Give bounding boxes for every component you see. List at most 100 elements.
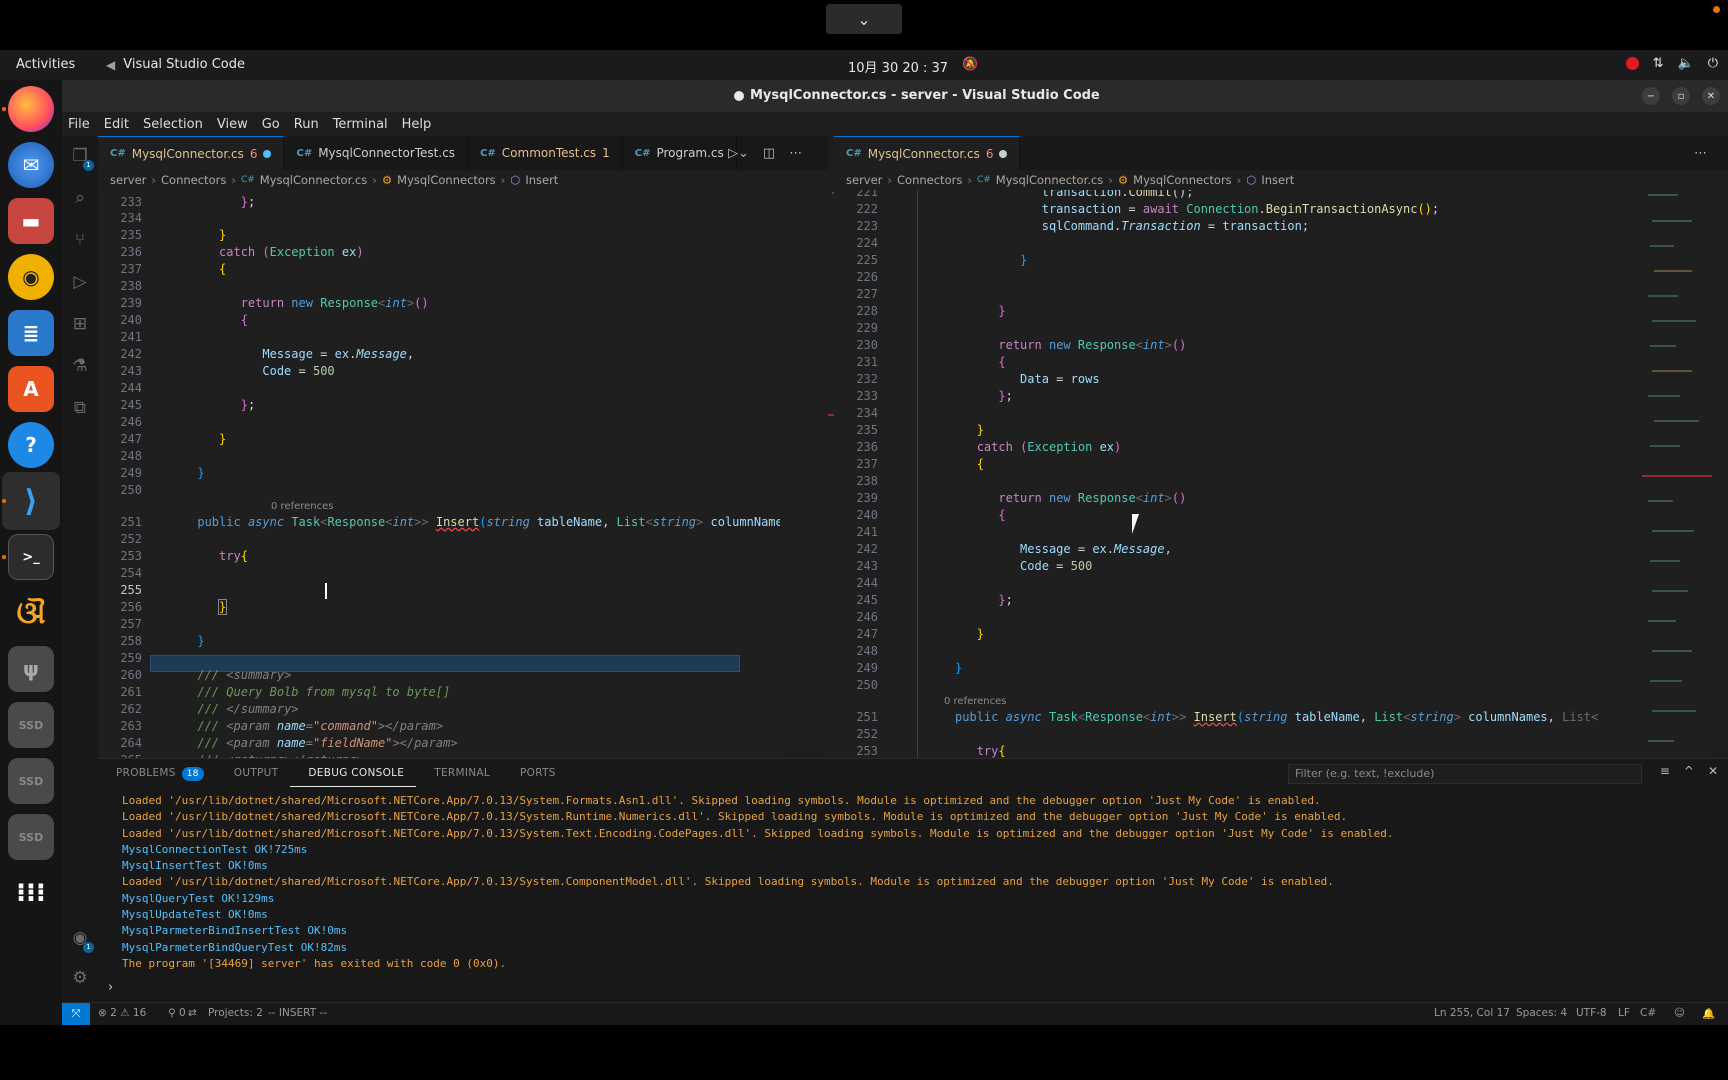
csharp-file-icon: C# [110,148,126,159]
problems-status[interactable]: ⊗ 2 ⚠ 16 [98,1007,146,1019]
ssd-drive-icon[interactable]: SSD [8,814,54,860]
app-grid-icon[interactable]: ⁝⁝⁝ [8,870,54,916]
menu-go[interactable]: Go [262,117,280,132]
menu-terminal[interactable]: Terminal [333,117,388,132]
terminal-icon[interactable]: >_ [8,534,54,580]
app-menu[interactable]: ◀ Visual Studio Code [106,57,245,72]
tab-debug-console[interactable]: DEBUG CONSOLE [290,759,417,787]
feedback-icon[interactable]: ☺ [1674,1007,1685,1019]
more-actions-icon[interactable]: ⋯ [1694,146,1707,161]
breadcrumb-item[interactable]: server [110,173,146,187]
app-center-icon[interactable]: A [8,366,54,412]
breadcrumb-item[interactable]: MysqlConnectors [397,173,496,187]
menu-file[interactable]: File [68,117,90,132]
breadcrumb-item[interactable]: MysqlConnector.cs [996,173,1103,187]
debug-status-icon[interactable]: ⇄ [188,1007,197,1019]
projects-status[interactable]: Projects: 2 [208,1007,263,1019]
tab-terminal[interactable]: TERMINAL [416,759,502,787]
language-status[interactable]: C# [1640,1007,1656,1019]
close-panel-icon[interactable]: ✕ [1708,764,1718,778]
tab-problems[interactable]: PROBLEMS 18 [98,759,216,787]
code-line: 261 /// Query Bolb from mysql to byte[] [120,685,451,699]
writer-icon[interactable]: ≣ [8,310,54,356]
ssd-drive-icon[interactable]: SSD [8,758,54,804]
codelens-references[interactable]: 0 references [98,499,780,514]
eol-status[interactable]: LF [1618,1007,1630,1019]
system-tray[interactable]: ⇅ 🔈 ⏻ [1625,56,1718,71]
octopus-icon[interactable]: ଔ [8,590,54,636]
breadcrumb-item[interactable]: MysqlConnectors [1133,173,1232,187]
ports-status[interactable]: ⚲ 0 [168,1007,186,1019]
usb-drive-icon[interactable]: ψ [8,646,54,692]
tab-mysqlconnector-right[interactable]: C# MysqlConnector.cs 6 [834,136,1021,170]
split-editor-icon[interactable]: ◫ [763,146,775,161]
menu-run[interactable]: Run [294,117,319,132]
minimize-button[interactable]: − [1642,87,1660,105]
menu-edit[interactable]: Edit [104,117,129,132]
close-button[interactable]: ✕ [1702,87,1720,105]
cursor-position-status[interactable]: Ln 255, Col 17 [1434,1007,1510,1019]
menu-selection[interactable]: Selection [143,117,203,132]
tab-ports[interactable]: PORTS [502,759,568,787]
menu-bar: File Edit Selection View Go Run Terminal… [62,112,1728,136]
code-line: 250 [856,678,878,692]
maximize-button[interactable]: ▫ [1672,87,1690,105]
running-indicator [2,107,6,111]
tab-mysqlconnector[interactable]: C# MysqlConnector.cs 6 [98,136,285,170]
source-control-icon[interactable]: ⑂ [68,228,92,252]
run-debug-dropdown-icon[interactable]: ▷⌄ [728,146,749,161]
encoding-status[interactable]: UTF-8 [1576,1007,1607,1019]
code-line: 244 [120,381,142,395]
ssd-drive-icon[interactable]: SSD [8,702,54,748]
menu-help[interactable]: Help [402,117,432,132]
tab-output[interactable]: OUTPUT [216,759,291,787]
remote-indicator-icon[interactable]: ⤧ [62,1003,90,1025]
left-code-editor[interactable]: 233 }; 234 235 } 236 catch (Exception ex… [98,190,780,758]
run-debug-icon[interactable]: ▷ [68,270,92,294]
console-filter-input[interactable]: Filter (e.g. text, !exclude) [1288,764,1642,784]
thunderbird-icon[interactable]: ✉ [8,142,54,188]
activities-button[interactable]: Activities [16,57,75,72]
vscode-icon[interactable]: ⟩ [8,478,54,524]
breadcrumb-item[interactable]: MysqlConnector.cs [260,173,367,187]
breadcrumb-item[interactable]: server [846,173,882,187]
window-titlebar[interactable]: MysqlConnector.cs - server - Visual Stud… [62,80,1728,112]
extensions-icon[interactable]: ⊞ [68,312,92,336]
debug-console-output[interactable]: Loaded '/usr/lib/dotnet/shared/Microsoft… [122,793,1712,972]
tab-mysqlconnectortest[interactable]: C# MysqlConnectorTest.cs [284,136,469,170]
clock[interactable]: 10月 30 20 : 37 🔕 [848,57,978,76]
tab-program[interactable]: C# Program.cs [623,136,737,170]
notifications-bell-icon[interactable]: 🔔 [1702,1007,1715,1020]
tab-label: PORTS [520,767,556,779]
breadcrumb-item[interactable]: Insert [525,173,558,187]
right-minimap[interactable] [1642,190,1712,758]
help-icon[interactable]: ? [8,422,54,468]
tab-label: PROBLEMS [116,767,176,779]
menu-view[interactable]: View [217,117,248,132]
maximize-panel-icon[interactable]: ^ [1684,764,1694,778]
code-line: 246 [856,610,878,624]
clear-console-icon[interactable]: ≡ [1660,764,1670,778]
console-line: MysqlQueryTest OK!129ms [122,891,275,905]
rhythmbox-icon[interactable]: ◉ [8,254,54,300]
breadcrumb-item[interactable]: Connectors [161,173,226,187]
manage-gear-icon[interactable]: ⚙ [68,966,92,990]
problems-count-badge: 18 [181,767,204,781]
more-actions-icon[interactable]: ⋯ [789,146,802,161]
search-icon[interactable]: ⌕ [68,186,92,210]
breadcrumb-item[interactable]: Connectors [897,173,962,187]
testing-icon[interactable]: ⚗ [68,354,92,378]
breadcrumb-item[interactable]: Insert [1261,173,1294,187]
right-code-editor[interactable]: 221 transaction.Commit(); 222 transactio… [834,190,1704,758]
chevron-down-icon[interactable]: ⌄ [826,4,902,34]
firefox-icon[interactable] [8,86,54,132]
code-line: 231 { [856,355,1006,369]
files-icon[interactable]: ▬ [8,198,54,244]
codelens-references[interactable]: 0 references [834,694,1704,709]
indentation-status[interactable]: Spaces: 4 [1516,1007,1567,1019]
tab-commontest[interactable]: C# CommonTest.cs 1 [468,136,623,170]
console-line: MysqlInsertTest OK!0ms [122,859,268,873]
code-line: 254 [120,566,142,580]
remote-explorer-icon[interactable]: ⧉ [68,396,92,420]
console-input-chevron-icon[interactable]: › [108,980,113,995]
